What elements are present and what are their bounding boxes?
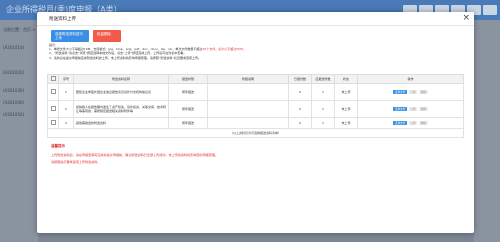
delete-button[interactable]: 删除 — [419, 121, 428, 126]
hint-title: 温馨提示 — [51, 144, 65, 148]
col-name: 附送资料名称 — [73, 74, 169, 84]
row-desc — [207, 117, 289, 129]
row-desc — [207, 100, 289, 118]
row-status: 未上传 — [334, 117, 358, 129]
row-ops: 选择文件 上传 删除 — [357, 83, 464, 101]
notes-line-3: 3、请务必在提交申报前完成附送资料的上传，未上传资料将影响申报受理，请按照“附送… — [49, 55, 202, 60]
col-ops: 操作 — [357, 74, 464, 84]
row-checkbox-cell[interactable] — [47, 83, 59, 101]
background-right-panel — [474, 20, 500, 242]
row-time: 按年报送 — [168, 100, 208, 118]
col-time: 报送时限 — [168, 74, 208, 84]
choose-file-button[interactable]: 选择文件 — [393, 107, 407, 112]
upload-button[interactable]: 上传 — [408, 107, 418, 112]
row-status: 未上传 — [334, 83, 358, 101]
row-name: 其他需报送的附送资料 — [73, 117, 169, 129]
modal-divider — [37, 25, 474, 26]
attachments-table: 序号 附送资料名称 报送时限 附报说明 已报份数 应报送份数 状态 操作 1 居… — [47, 74, 464, 138]
row-done: 0 — [288, 100, 312, 118]
select-all-checkbox[interactable] — [50, 76, 56, 81]
row-done: 0 — [288, 117, 312, 129]
row-done: 0 — [288, 83, 312, 101]
col-desc: 附报说明 — [207, 74, 289, 84]
table-row: 2 如纳税人在报告期内发生了资产损失、境外投资、关联交易、技术转让等事项的，需按… — [47, 100, 464, 118]
row-no: 3 — [58, 117, 74, 129]
row-need: 1 — [311, 117, 335, 129]
col-no: 序号 — [58, 74, 74, 84]
row-checkbox[interactable] — [50, 89, 56, 94]
bg-line-5: (A201050) — [3, 112, 25, 117]
select-upload-button[interactable]: 选择附送资料进行上传 — [51, 30, 89, 42]
table-footer-row: （以上资料仅为可选择报送资料清单） — [47, 128, 464, 138]
batch-delete-button[interactable]: 批量删除 — [93, 30, 121, 42]
upload-button[interactable]: 上传 — [408, 90, 418, 95]
modal-toolbar: 选择附送资料进行上传 批量删除 — [51, 30, 121, 42]
row-checkbox-cell[interactable] — [47, 117, 59, 129]
row-checkbox[interactable] — [50, 120, 56, 125]
table-footer: （以上资料仅为可选择报送资料清单） — [47, 128, 464, 138]
row-no: 1 — [58, 83, 74, 101]
row-checkbox-cell[interactable] — [47, 100, 59, 118]
row-no: 2 — [58, 100, 74, 118]
notes-line-1b: 20个文件，总大小不超过50M。 — [202, 47, 246, 52]
select-all-header[interactable] — [47, 74, 59, 84]
bg-line-3: (A201030) — [3, 88, 25, 93]
row-desc — [207, 83, 289, 101]
header-tab-6[interactable] — [483, 5, 497, 15]
upload-notes: 提示： 1、单张文件大小不得超过10M，支持格式：jpg、bmp、png、pdf… — [49, 43, 246, 60]
choose-file-button[interactable]: 选择文件 — [393, 90, 407, 95]
col-need: 应报送份数 — [311, 74, 335, 84]
row-time: 按年报送 — [168, 83, 208, 101]
table-row: 1 居民企业参股外国企业信息报告表及境外分支机构信息表 按年报送 0 1 未上传… — [47, 83, 464, 101]
table-row: 3 其他需报送的附送资料 按年报送 0 1 未上传 选择文件 上传 删除 — [47, 117, 464, 129]
hint-line-2: 请按照提示要求逐项上传附送资料。 — [51, 160, 101, 164]
row-time: 按年报送 — [168, 117, 208, 129]
upload-attachments-modal: 附送资料上传 × 选择附送资料进行上传 批量删除 提示： 1、单张文件大小不得超… — [37, 12, 474, 233]
row-name: 居民企业参股外国企业信息报告表及境外分支机构信息表 — [73, 83, 169, 101]
row-status: 未上传 — [334, 100, 358, 118]
col-status: 状态 — [334, 74, 358, 84]
hint-line-1: 上传附送资料后，请在申报表填写完成并提交申报前，确认附送资料已全部上传成功，未上… — [51, 153, 219, 157]
row-checkbox[interactable] — [50, 106, 56, 111]
delete-button[interactable]: 删除 — [419, 90, 428, 95]
modal-title: 附送资料上传 — [49, 17, 76, 22]
bg-line-2: (A201020) — [3, 70, 25, 75]
row-name: 如纳税人在报告期内发生了资产损失、境外投资、关联交易、技术转让等事项的，需按规定… — [73, 100, 169, 118]
delete-button[interactable]: 删除 — [419, 107, 428, 112]
row-ops: 选择文件 上传 删除 — [357, 100, 464, 118]
breadcrumb: 当前位置：首页 > ... — [3, 27, 41, 32]
row-need: 1 — [311, 100, 335, 118]
row-need: 1 — [311, 83, 335, 101]
table-header-row: 序号 附送资料名称 报送时限 附报说明 已报份数 应报送份数 状态 操作 — [47, 74, 464, 84]
upload-button[interactable]: 上传 — [408, 121, 418, 126]
row-ops: 选择文件 上传 删除 — [357, 117, 464, 129]
bg-line-1: (A201010) — [3, 45, 25, 50]
bg-line-4: (A201040) — [3, 100, 25, 105]
col-done: 已报份数 — [288, 74, 312, 84]
choose-file-button[interactable]: 选择文件 — [393, 121, 407, 126]
close-icon[interactable]: × — [462, 13, 470, 23]
background-sidebar — [0, 20, 38, 242]
